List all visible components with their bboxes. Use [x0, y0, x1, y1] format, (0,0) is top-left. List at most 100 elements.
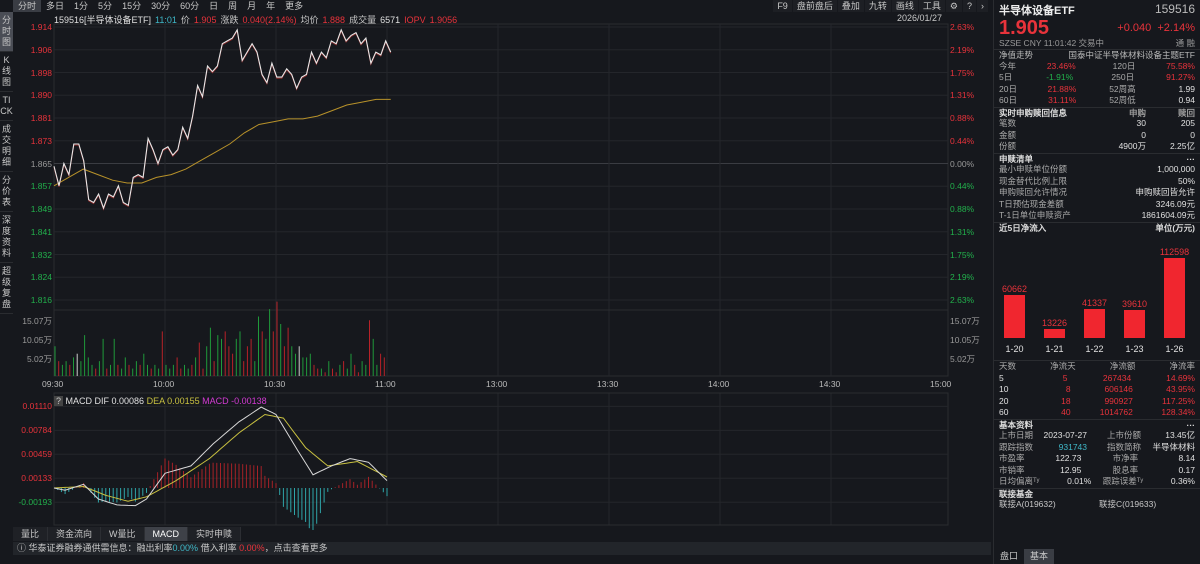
time-tick: 09:30: [42, 379, 64, 389]
linked-fund-a[interactable]: 联接A(019632): [999, 499, 1099, 511]
panel-row: 日均偏离ᵀʸ 0.01% 跟踪误差ᵀʸ 0.36%: [994, 476, 1200, 488]
indicator-tab-2[interactable]: W量比: [101, 527, 145, 541]
indicator-tab-1[interactable]: 资金流向: [48, 527, 102, 541]
basic-more-button[interactable]: ···: [1187, 420, 1196, 431]
period-tab-9[interactable]: 月: [242, 0, 261, 12]
cell: 1861604.09元: [1141, 210, 1195, 220]
cell: 笔数: [999, 118, 1017, 128]
panel-row: 市销率 12.95 股息率 0.17: [994, 465, 1200, 477]
cell: 8.14: [1178, 453, 1195, 463]
price-tick: 1.824: [30, 272, 52, 283]
period-tab-8[interactable]: 周: [223, 0, 242, 12]
pct-tick: 1.75%: [950, 249, 975, 260]
macd-tick: 0.00784: [21, 425, 52, 436]
chart-tools: F9 盘前盘后 叠加 九转 画线 工具 ⚙? ›: [772, 0, 988, 12]
code-name: 159516[半导体设备ETF]: [54, 15, 152, 25]
inflow-value: 41337: [1081, 297, 1108, 308]
price-label: 价: [180, 15, 190, 25]
price-line: [53, 28, 392, 210]
cell: 3246.09元: [1155, 198, 1195, 209]
volume-tick-right: 5.02万: [950, 354, 976, 364]
period-tab-0[interactable]: 分时: [13, 0, 42, 12]
macd-header: ? MACD DIF 0.00086 DEA 0.00155 MACD -0.0…: [54, 396, 267, 406]
info-icon: ⓘ: [17, 543, 29, 553]
panel-row: 上市日期 2023-07-27 上市份额 13.45亿: [994, 430, 1200, 442]
volume-tick: 15.07万: [22, 316, 52, 326]
cell: 0.01%: [1067, 476, 1092, 486]
panel-tab-1[interactable]: 基本: [1024, 549, 1055, 564]
cell: 205: [1180, 118, 1195, 128]
cell: 金额: [999, 129, 1017, 140]
chevron-right-icon[interactable]: ›: [977, 0, 988, 12]
cell: 52周低: [1109, 95, 1136, 105]
panel-row: 天数 净流天 净流额 净流率: [994, 361, 1200, 373]
tool-button-0[interactable]: F9: [773, 0, 792, 12]
avg-price-line: [53, 98, 391, 187]
indicator-tab-4[interactable]: 实时申赎: [188, 527, 242, 541]
panel-row: 5 5 267434 14.69%: [994, 373, 1200, 385]
period-tab-3[interactable]: 5分: [93, 0, 117, 12]
tool-button-5[interactable]: 工具: [918, 0, 945, 12]
lend-rate: 0.00%: [172, 543, 199, 553]
panel-tab-0[interactable]: 盘口: [994, 549, 1024, 564]
cell: 40: [1061, 407, 1071, 417]
time-tick: 15:00: [930, 379, 952, 389]
inflow-date: 1-21: [1045, 344, 1064, 354]
linked-fund-c[interactable]: 联接C(019633): [1099, 499, 1156, 511]
price-tick: 1.849: [30, 204, 52, 214]
price-tick: 1.857: [30, 181, 52, 192]
sidebar-item-6[interactable]: 超级复盘: [0, 263, 13, 314]
notice-more[interactable]: ，点击查看更多: [265, 543, 328, 553]
panel-row: T日预估现金差额 3246.09元: [994, 199, 1200, 211]
cell: T日预估现金差额: [999, 198, 1064, 209]
pct-tick: 1.31%: [950, 226, 975, 237]
cell: 指数简称: [1107, 441, 1142, 452]
intraday-chart[interactable]: [0, 0, 993, 530]
list-title: 申赎清单: [999, 153, 1034, 164]
panel-row: 60 40 1014762 128.34%: [994, 407, 1200, 419]
price-tick: 1.914: [30, 22, 52, 32]
help-icon[interactable]: ?: [962, 0, 976, 12]
tool-button-4[interactable]: 画线: [891, 0, 918, 12]
macd-tick: 0.00459: [21, 449, 52, 460]
period-tab-5[interactable]: 30分: [146, 0, 175, 12]
cell: 跟踪指数: [999, 441, 1034, 452]
inflow-date: 1-23: [1125, 344, 1144, 354]
list-more-button[interactable]: ···: [1187, 154, 1196, 165]
tool-button-1[interactable]: 盘前盘后: [792, 0, 837, 12]
period-tab-7[interactable]: 日: [204, 0, 223, 12]
inflow-date: 1-22: [1085, 344, 1104, 354]
cell: 1,000,000: [1157, 164, 1195, 174]
notice-bar[interactable]: ⓘ 华泰证券融券通供需信息：融出利率0.00% 借入利率 0.00%，点击查看更…: [13, 542, 991, 555]
indicator-tab-3[interactable]: MACD: [144, 527, 189, 541]
cell: 120日: [1112, 60, 1136, 71]
settings-icon[interactable]: ⚙: [945, 0, 962, 12]
period-tab-11[interactable]: 更多: [280, 0, 308, 12]
help-icon[interactable]: ?: [54, 396, 64, 406]
panel-row: T-1日单位申赎资产 1861604.09元: [994, 210, 1200, 222]
subs-h2: 赎回: [1177, 107, 1195, 118]
inflow-bar: [1124, 309, 1145, 338]
period-tab-6[interactable]: 60分: [175, 0, 204, 12]
linked-title: 联接基金: [999, 488, 1034, 499]
net-inflow-chart: 60662 1-20 13226 1-21 41337 1-22 39610 1-23 1125…: [994, 233, 1200, 360]
cell: 10: [999, 384, 1009, 394]
volume-tick-right: 15.07万: [950, 316, 980, 326]
indicator-tab-0[interactable]: 量比: [13, 527, 49, 541]
price-tick: 1.906: [30, 44, 52, 55]
avg: 1.888: [322, 15, 346, 25]
panel-row: 市盈率 122.73 市净率 8.14: [994, 453, 1200, 465]
cell: 净流天: [1050, 361, 1076, 371]
cell: 30: [1136, 118, 1146, 128]
price-shadow-line: [53, 29, 392, 211]
change-label: 涨跌: [220, 15, 239, 25]
basic-title: 基本资料: [999, 419, 1034, 430]
period-tab-2[interactable]: 1分: [69, 0, 93, 12]
trade-flags: 通 融: [1175, 38, 1195, 48]
period-tab-4[interactable]: 15分: [117, 0, 146, 12]
tool-button-3[interactable]: 九转: [864, 0, 891, 12]
tool-button-2[interactable]: 叠加: [837, 0, 864, 12]
price-tick: 1.873: [30, 135, 52, 146]
period-tab-1[interactable]: 多日: [41, 0, 69, 12]
period-tab-10[interactable]: 年: [261, 0, 280, 12]
